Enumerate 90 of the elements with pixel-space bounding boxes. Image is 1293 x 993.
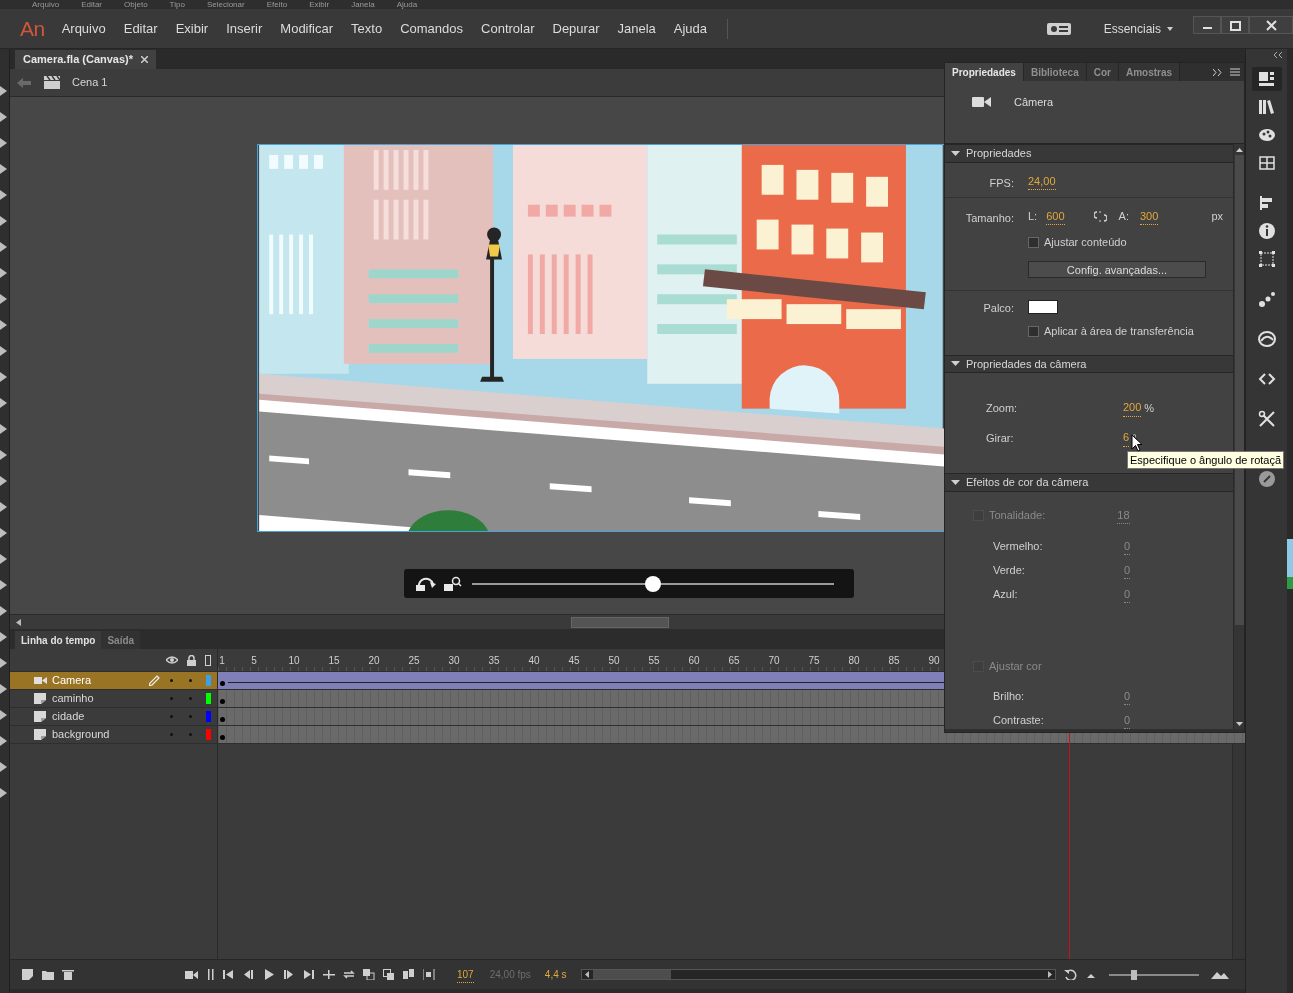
field-label: L: (1028, 209, 1038, 225)
menu-item[interactable]: Efeito (266, 0, 288, 9)
menu-item[interactable]: Selecionar (206, 0, 245, 9)
object-type-label: Câmera (1014, 95, 1054, 110)
layer-name[interactable]: background (52, 726, 170, 743)
menu-item[interactable]: Janela (617, 18, 656, 39)
field-value: 0 (1124, 561, 1131, 580)
field-label: FPS: (989, 176, 1014, 189)
frame-number: 80 (848, 654, 860, 668)
frame-number: 70 (768, 654, 780, 668)
field-label: Brilho: (993, 689, 1026, 705)
advanced-settings-button[interactable]: Config. avançadas... (1028, 261, 1206, 278)
menu-item[interactable]: Modificar (280, 18, 334, 39)
field-value[interactable]: 6 (1123, 429, 1130, 447)
timeline-tab[interactable]: Saída (101, 631, 141, 649)
field-value: 0 (1124, 585, 1131, 604)
document-tab[interactable]: Camera.fla (Canvas)* (15, 50, 157, 69)
elapsed-time-value[interactable]: 4,4 s (544, 967, 567, 982)
checkbox-label: Ajustar conteúdo (1044, 235, 1127, 251)
field-label: Palco: (983, 302, 1014, 314)
menu-item[interactable]: Controlar (481, 18, 535, 39)
menu-item[interactable]: Objeto (124, 0, 148, 9)
field-label: Vermelho: (993, 539, 1044, 555)
field-label: Verde: (993, 563, 1026, 579)
frame-number: 90 (928, 654, 940, 668)
frame-number: 15 (328, 654, 340, 668)
field-label: Tamanho: (965, 211, 1014, 224)
frame-number: 55 (648, 654, 660, 668)
frame-number: 50 (608, 654, 620, 668)
panel-tab[interactable]: Propriedades (945, 63, 1024, 81)
timeline-tab[interactable]: Linha do tempo (15, 631, 102, 649)
panel-tab[interactable]: Cor (1086, 63, 1119, 81)
panel-tab[interactable]: Amostras (1118, 63, 1181, 81)
width-value[interactable]: 600 (1046, 207, 1065, 226)
field-value: 0 (1124, 537, 1131, 556)
tooltip: Especifique o ângulo de rotaçã (1127, 451, 1285, 469)
section-header[interactable]: Propriedades (945, 144, 1233, 163)
frame-number: 40 (528, 654, 540, 668)
menu-item[interactable]: Exibir (309, 0, 330, 9)
frame-number: 30 (448, 654, 460, 668)
menu-item[interactable]: Tipo (169, 0, 185, 9)
field-label: A: (1118, 209, 1129, 225)
section-header[interactable]: Propriedades da câmera (945, 354, 1233, 373)
menu-item[interactable]: Ajuda (396, 0, 418, 9)
current-frame-value[interactable]: 107 (457, 966, 474, 983)
layer-name[interactable]: Camera (52, 672, 149, 689)
frame-number: 25 (408, 654, 420, 668)
frame-number: 1 (219, 654, 225, 668)
section-header[interactable]: Efeitos de cor da câmera (945, 473, 1233, 492)
layer-row[interactable]: Camera (10, 672, 218, 689)
menu-item[interactable]: Arquivo (61, 18, 106, 39)
frame-number: 20 (368, 654, 380, 668)
frame-number: 5 (251, 654, 257, 668)
layer-name[interactable]: cidade (52, 708, 170, 725)
scene-label[interactable]: Cena 1 (72, 74, 108, 91)
field-value: 18 (1117, 506, 1130, 525)
field-label: Contraste: (993, 713, 1045, 729)
field-value[interactable]: 24,00 (1028, 172, 1056, 191)
menu-item[interactable]: Inserir (226, 18, 263, 39)
unit-label: px (1211, 209, 1223, 225)
checkbox-label: Tonalidade: (989, 508, 1046, 524)
menu-item[interactable]: Exibir (175, 18, 209, 39)
height-value[interactable]: 300 (1139, 207, 1159, 226)
field-value[interactable]: 200 (1123, 399, 1142, 417)
frame-number: 75 (808, 654, 820, 668)
checkbox-label: Aplicar à área de transferência (1044, 324, 1194, 340)
menu-item[interactable]: Janela (351, 0, 375, 9)
frame-number: 45 (568, 654, 580, 668)
field-value: 0 (1124, 687, 1131, 706)
checkbox-label: Ajustar cor (989, 659, 1042, 675)
layer-name[interactable]: caminho (52, 690, 170, 707)
field-label: Zoom: (986, 400, 1019, 416)
frame-number: 65 (728, 654, 740, 668)
menu-item[interactable]: Arquivo (32, 0, 60, 9)
app-logo: An (20, 15, 45, 42)
menu-item[interactable]: Depurar (552, 18, 600, 39)
field-label: Azul: (993, 587, 1019, 603)
unit-label: % (1144, 400, 1155, 416)
frame-number: 35 (488, 654, 500, 668)
frame-number: 10 (288, 654, 300, 668)
menu-item[interactable]: Texto (351, 18, 383, 39)
workspace-dropdown[interactable]: Essenciais (1103, 19, 1173, 38)
menu-item[interactable]: Editar (81, 0, 103, 9)
frame-number: 85 (888, 654, 900, 668)
field-label: Girar: (986, 430, 1015, 446)
menu-item[interactable]: Editar (123, 18, 158, 39)
panel-tab[interactable]: Biblioteca (1023, 63, 1087, 81)
menu-item[interactable]: Ajuda (673, 18, 708, 39)
frame-number: 60 (688, 654, 700, 668)
menu-item[interactable]: Comandos (400, 18, 464, 39)
